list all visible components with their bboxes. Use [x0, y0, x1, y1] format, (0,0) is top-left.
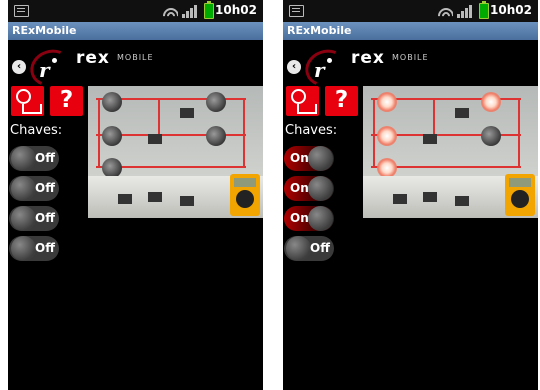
lamp [377, 126, 397, 146]
status-time: 10h02 [215, 3, 257, 17]
lamp-circuit-icon [16, 89, 31, 104]
switch-toggle-2[interactable]: On [284, 176, 334, 201]
lamp [377, 158, 397, 178]
switch-toggle-4[interactable]: Off [9, 236, 59, 261]
switch-state-label: Off [35, 211, 55, 225]
logo-subtext: MOBILE [392, 53, 429, 62]
switch-toggle-2[interactable]: Off [9, 176, 59, 201]
switch-toggle-1[interactable]: On [284, 146, 334, 171]
lamp [102, 126, 122, 146]
rex-logo-icon [25, 43, 77, 93]
back-arrow-icon[interactable]: ‹ [287, 60, 301, 74]
lamp [206, 126, 226, 146]
help-button[interactable]: ? [50, 86, 83, 116]
switches-label: Chaves: [285, 123, 338, 138]
switch-toggle-1[interactable]: Off [9, 146, 59, 171]
logo-text: rex [76, 48, 110, 68]
circuit-board-photo [88, 86, 263, 218]
notification-icon [14, 5, 29, 17]
logo-subtext: MOBILE [117, 53, 154, 62]
switch-state-label: Off [35, 241, 55, 255]
lamp-circuit-button[interactable] [11, 86, 44, 116]
multimeter [230, 174, 260, 216]
phone-screen-left: 10h02 RExMobile ‹ r rex MOBILE ? Chaves: [8, 0, 263, 390]
wifi-icon [160, 3, 178, 19]
status-bar: 10h02 [283, 0, 538, 22]
status-bar: 10h02 [8, 0, 263, 22]
header-logo: ‹ r rex MOBILE [8, 43, 263, 93]
lamp [481, 126, 501, 146]
lamp [481, 92, 501, 112]
battery-icon [204, 1, 214, 19]
signal-icon [457, 4, 473, 18]
lamp [206, 92, 226, 112]
signal-icon [182, 4, 198, 18]
battery-icon [479, 1, 489, 19]
header-logo: ‹ r rex MOBILE [283, 43, 538, 93]
switch-state-label: Off [35, 181, 55, 195]
lamp [102, 92, 122, 112]
lamp-circuit-icon [291, 89, 306, 104]
multimeter [505, 174, 535, 216]
switch-toggle-3[interactable]: Off [9, 206, 59, 231]
switch-state-label: Off [310, 241, 330, 255]
wifi-icon [435, 3, 453, 19]
app-title-bar: RExMobile [8, 22, 263, 40]
help-icon: ? [334, 87, 349, 113]
switch-state-label: On [290, 151, 309, 165]
circuit-board-photo [363, 86, 538, 218]
notification-icon [289, 5, 304, 17]
switch-state-label: On [290, 181, 309, 195]
help-button[interactable]: ? [325, 86, 358, 116]
app-title-bar: RExMobile [283, 22, 538, 40]
help-icon: ? [59, 87, 74, 113]
switches-label: Chaves: [10, 123, 63, 138]
lamp [377, 92, 397, 112]
logo-text: rex [351, 48, 385, 68]
switch-state-label: On [290, 211, 309, 225]
switch-state-label: Off [35, 151, 55, 165]
rex-logo-icon [300, 43, 352, 93]
back-arrow-icon[interactable]: ‹ [12, 60, 26, 74]
status-time: 10h02 [490, 3, 532, 17]
phone-screen-right: 10h02 RExMobile ‹ r rex MOBILE ? Chaves: [283, 0, 538, 390]
lamp [102, 158, 122, 178]
switch-toggle-3[interactable]: On [284, 206, 334, 231]
lamp-circuit-button[interactable] [286, 86, 319, 116]
switch-toggle-4[interactable]: Off [284, 236, 334, 261]
